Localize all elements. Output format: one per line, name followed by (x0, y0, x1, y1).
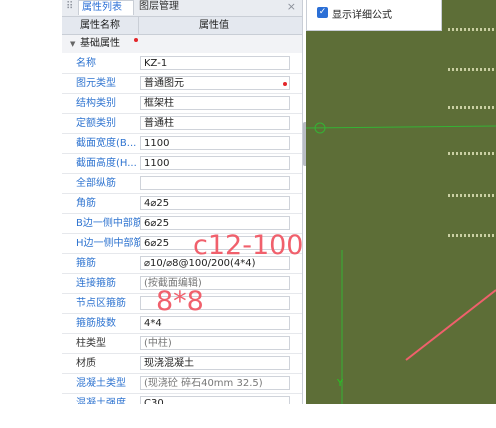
properties-panel: ⠿ 属性列表 图层管理 × 属性名称 属性值 ▼ 基础属性 名称 KZ-1 图元类型… (62, 0, 303, 404)
header-property-value: 属性值 (199, 20, 229, 31)
table-row: 截面高度(H... 1100 (62, 154, 302, 174)
property-name: 混凝土强度... (76, 398, 136, 404)
table-row: 材质 现浇混凝土 (62, 354, 302, 374)
grid-dash-line (448, 106, 496, 109)
table-row: 箍筋肢数 4*4 (62, 314, 302, 334)
property-value-field[interactable]: 普通图元 (140, 76, 290, 90)
show-detailed-formula-checkbox[interactable]: ✓ (317, 7, 328, 18)
property-name: 结构类别 (76, 98, 116, 109)
grid-dash-line (448, 152, 496, 155)
property-name: 连接箍筋 (76, 278, 116, 289)
property-name: 材质 (76, 358, 96, 369)
close-icon[interactable]: × (287, 0, 296, 14)
table-row: 名称 KZ-1 (62, 54, 302, 74)
property-name: 名称 (76, 58, 96, 69)
group-basic-properties[interactable]: ▼ 基础属性 (62, 35, 302, 53)
annotation-stroke (405, 289, 496, 361)
property-value-field[interactable]: C30 (140, 396, 290, 404)
drawing-viewport[interactable]: Y (306, 0, 496, 404)
property-value-field[interactable]: 现浇混凝土 (140, 356, 290, 370)
property-value-field[interactable]: (中柱) (140, 336, 290, 350)
viewport-graphics (306, 122, 496, 404)
property-value-field[interactable]: 普通柱 (140, 116, 290, 130)
collapse-triangle-icon[interactable]: ▼ (70, 35, 75, 53)
property-name: 图元类型 (76, 78, 116, 89)
property-name: H边一侧中部筋 (76, 238, 142, 249)
grid-dash-line (448, 234, 496, 237)
property-value-field[interactable]: 4*4 (140, 316, 290, 330)
table-row: 混凝土类型 (现浇砼 碎石40mm 32.5) (62, 374, 302, 394)
grid-dash-line (448, 194, 496, 197)
table-row: 角筋 4⌀25 (62, 194, 302, 214)
property-name: 箍筋肢数 (76, 318, 116, 329)
property-name: 柱类型 (76, 338, 106, 349)
formula-options-popup: ✓ 显示详细公式 (306, 0, 442, 31)
property-value-field[interactable]: KZ-1 (140, 56, 290, 70)
table-row: 柱类型 (中柱) (62, 334, 302, 354)
property-value-field[interactable]: 4⌀25 (140, 196, 290, 210)
property-name: 混凝土类型 (76, 378, 126, 389)
header-property-name: 属性名称 (62, 17, 139, 34)
group-label: 基础属性 (80, 38, 120, 49)
property-value-field[interactable] (140, 176, 290, 190)
table-row: 结构类别 框架柱 (62, 94, 302, 114)
drag-handle-icon[interactable]: ⠿ (66, 1, 73, 12)
axis-line-horizontal (306, 125, 496, 129)
panel-tab-bar: ⠿ 属性列表 图层管理 × (62, 0, 302, 17)
property-value-field[interactable]: 框架柱 (140, 96, 290, 110)
table-row: 混凝土强度... C30 (62, 394, 302, 404)
property-value-field[interactable]: 1100 (140, 156, 290, 170)
property-name: 截面宽度(B... (76, 138, 137, 149)
required-dot-icon (134, 38, 138, 42)
table-row: 定额类别 普通柱 (62, 114, 302, 134)
property-name: 节点区箍筋 (76, 298, 126, 309)
tab-property-list[interactable]: 属性列表 (78, 0, 134, 15)
tab-layer-management[interactable]: 图层管理 (136, 0, 182, 14)
property-name: 角筋 (76, 198, 96, 209)
property-name: B边一侧中部筋 (76, 218, 142, 229)
property-value-field[interactable]: 6⌀25 (140, 216, 290, 230)
table-row: 截面宽度(B... 1100 (62, 134, 302, 154)
property-value-field[interactable]: (现浇砼 碎石40mm 32.5) (140, 376, 290, 390)
required-dot-icon (283, 82, 287, 86)
table-row: 全部纵筋 (62, 174, 302, 194)
grid-dash-line (448, 28, 496, 31)
y-axis-label: Y (337, 378, 344, 389)
show-detailed-formula-label[interactable]: 显示详细公式 (332, 6, 392, 21)
table-header: 属性名称 属性值 (62, 17, 302, 35)
grid-dash-line (448, 68, 496, 71)
property-name: 截面高度(H... (76, 158, 137, 169)
annotation-stirrup: c12-100 (193, 230, 304, 261)
table-row: 图元类型 普通图元 (62, 74, 302, 94)
property-name: 全部纵筋 (76, 178, 116, 189)
property-rows: 名称 KZ-1 图元类型 普通图元 结构类别 框架柱 定额类别 普通柱 截面宽度(B... 110… (62, 54, 302, 404)
property-name: 箍筋 (76, 258, 96, 269)
annotation-limbs: 8*8 (156, 286, 204, 317)
property-name: 定额类别 (76, 118, 116, 129)
property-value-field[interactable]: 1100 (140, 136, 290, 150)
